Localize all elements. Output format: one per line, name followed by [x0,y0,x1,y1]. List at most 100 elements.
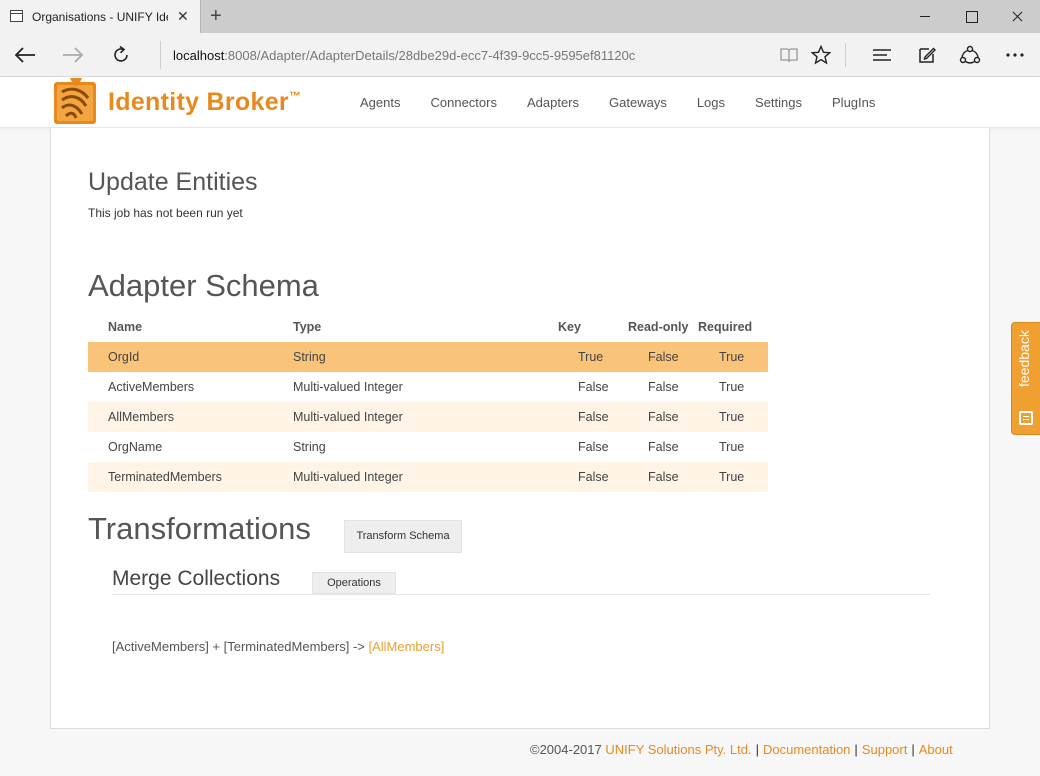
share-button[interactable] [956,33,984,77]
pen-icon [919,47,936,63]
cell-readonly: False [648,470,679,484]
reading-view-button[interactable] [776,33,802,77]
main-menu: Agents Connectors Adapters Gateways Logs… [345,77,890,128]
cell-type: String [293,350,326,364]
forward-button[interactable] [56,33,90,77]
update-entities-heading: Update Entities [88,168,258,196]
footer-separator: | [854,742,858,757]
notes-button[interactable] [913,33,941,77]
brand-name[interactable]: Identity Broker™ [108,88,301,117]
merge-rule: [ActiveMembers] + [TerminatedMembers] ->… [112,639,444,654]
cell-name: OrgId [108,350,140,364]
browser-tab[interactable]: Organisations - UNIFY Identity Broker ✕ [0,0,201,33]
feedback-icon [1019,411,1033,425]
cell-type: Multi-valued Integer [293,410,403,424]
footer: ©2004-2017 UNIFY Solutions Pty. Ltd. | Doc… [530,742,953,757]
table-row: AllMembers Multi-valued Integer False Fa… [88,402,768,432]
col-readonly-header: Read-only [628,320,689,334]
section-divider [112,594,930,595]
arrow-right-icon [63,47,84,63]
toolbar-divider [845,43,846,67]
merge-rule-target-link[interactable]: [AllMembers] [368,639,444,654]
browser-titlebar: Organisations - UNIFY Identity Broker ✕ … [0,0,1040,33]
close-tab-icon[interactable]: ✕ [177,8,189,24]
ellipsis-icon [1006,53,1024,57]
cell-required: True [719,440,745,454]
schema-header-row: Name Type Key Read-only Required [88,312,768,342]
cell-readonly: False [648,350,679,364]
footer-separator: | [911,742,915,757]
menu-item-adapters[interactable]: Adapters [512,77,594,128]
cell-readonly: False [648,410,679,424]
page-icon [10,10,23,22]
feedback-label: feedback [1016,330,1032,387]
menu-item-settings[interactable]: Settings [740,77,817,128]
menu-item-agents[interactable]: Agents [345,77,415,128]
cell-name: OrgName [108,440,163,454]
operations-button[interactable]: Operations [312,572,396,594]
menu-item-logs[interactable]: Logs [682,77,740,128]
transform-schema-button[interactable]: Transform Schema [344,520,462,553]
copyright-text: ©2004-2017 [530,742,602,757]
documentation-link[interactable]: Documentation [763,742,850,757]
cell-required: True [719,470,745,484]
merge-collections-heading: Merge Collections [112,567,281,590]
cell-readonly: False [648,440,679,454]
cell-key: False [578,380,609,394]
schema-table: Name Type Key Read-only Required OrgId S… [88,312,768,492]
company-link[interactable]: UNIFY Solutions Pty. Ltd. [605,742,751,757]
menu-item-connectors[interactable]: Connectors [415,77,511,128]
star-icon [811,45,831,65]
col-required-header: Required [698,320,753,334]
cell-key: False [578,470,609,484]
app-header: Identity Broker™ Agents Connectors Adapt… [0,77,1040,128]
tab-title: Organisations - UNIFY Identity Broker [32,10,168,24]
url-text: localhost:8008/Adapter/AdapterDetails/28… [173,48,636,63]
favorite-button[interactable] [808,33,834,77]
maximize-button[interactable] [948,0,994,33]
minimize-button[interactable] [902,0,948,33]
address-bar[interactable]: localhost:8008/Adapter/AdapterDetails/28… [160,41,780,69]
refresh-button[interactable] [104,33,138,77]
content-panel: Update Entities This job has not been ru… [50,128,990,729]
identity-broker-logo-icon[interactable] [52,78,98,126]
hub-button[interactable] [868,33,896,77]
table-row: OrgId String True False True [88,342,768,372]
cell-name: TerminatedMembers [108,470,222,484]
cell-name: AllMembers [108,410,174,424]
cell-type: Multi-valued Integer [293,380,403,394]
support-link[interactable]: Support [862,742,908,757]
new-tab-icon[interactable]: + [210,5,222,27]
col-key-header: Key [558,320,581,334]
book-icon [780,48,798,63]
table-row: TerminatedMembers Multi-valued Integer F… [88,462,768,492]
cell-type: Multi-valued Integer [293,470,403,484]
menu-item-gateways[interactable]: Gateways [594,77,682,128]
back-button[interactable] [8,33,42,77]
feedback-tab[interactable]: feedback [1011,322,1040,435]
cell-required: True [719,410,745,424]
col-name-header: Name [108,320,143,334]
job-status-text: This job has not been run yet [88,206,243,220]
close-window-button[interactable] [994,0,1040,33]
browser-navbar: localhost:8008/Adapter/AdapterDetails/28… [0,33,1040,77]
merge-rule-source: [ActiveMembers] + [TerminatedMembers] -> [112,639,365,654]
menu-item-plugins[interactable]: PlugIns [817,77,890,128]
footer-separator: | [755,742,759,757]
transformations-heading: Transformations [88,511,311,546]
hamburger-icon [873,49,891,61]
table-row: OrgName String False False True [88,432,768,462]
cell-key: True [578,350,604,364]
cell-key: False [578,440,609,454]
adapter-schema-heading: Adapter Schema [88,268,319,303]
arrow-left-icon [14,47,35,63]
about-link[interactable]: About [919,742,953,757]
refresh-icon [114,45,128,62]
more-button[interactable] [1000,33,1030,77]
cell-type: String [293,440,326,454]
cell-key: False [578,410,609,424]
page: Identity Broker™ Agents Connectors Adapt… [0,77,1040,776]
share-icon [959,45,981,64]
cell-readonly: False [648,380,679,394]
cell-required: True [719,380,745,394]
